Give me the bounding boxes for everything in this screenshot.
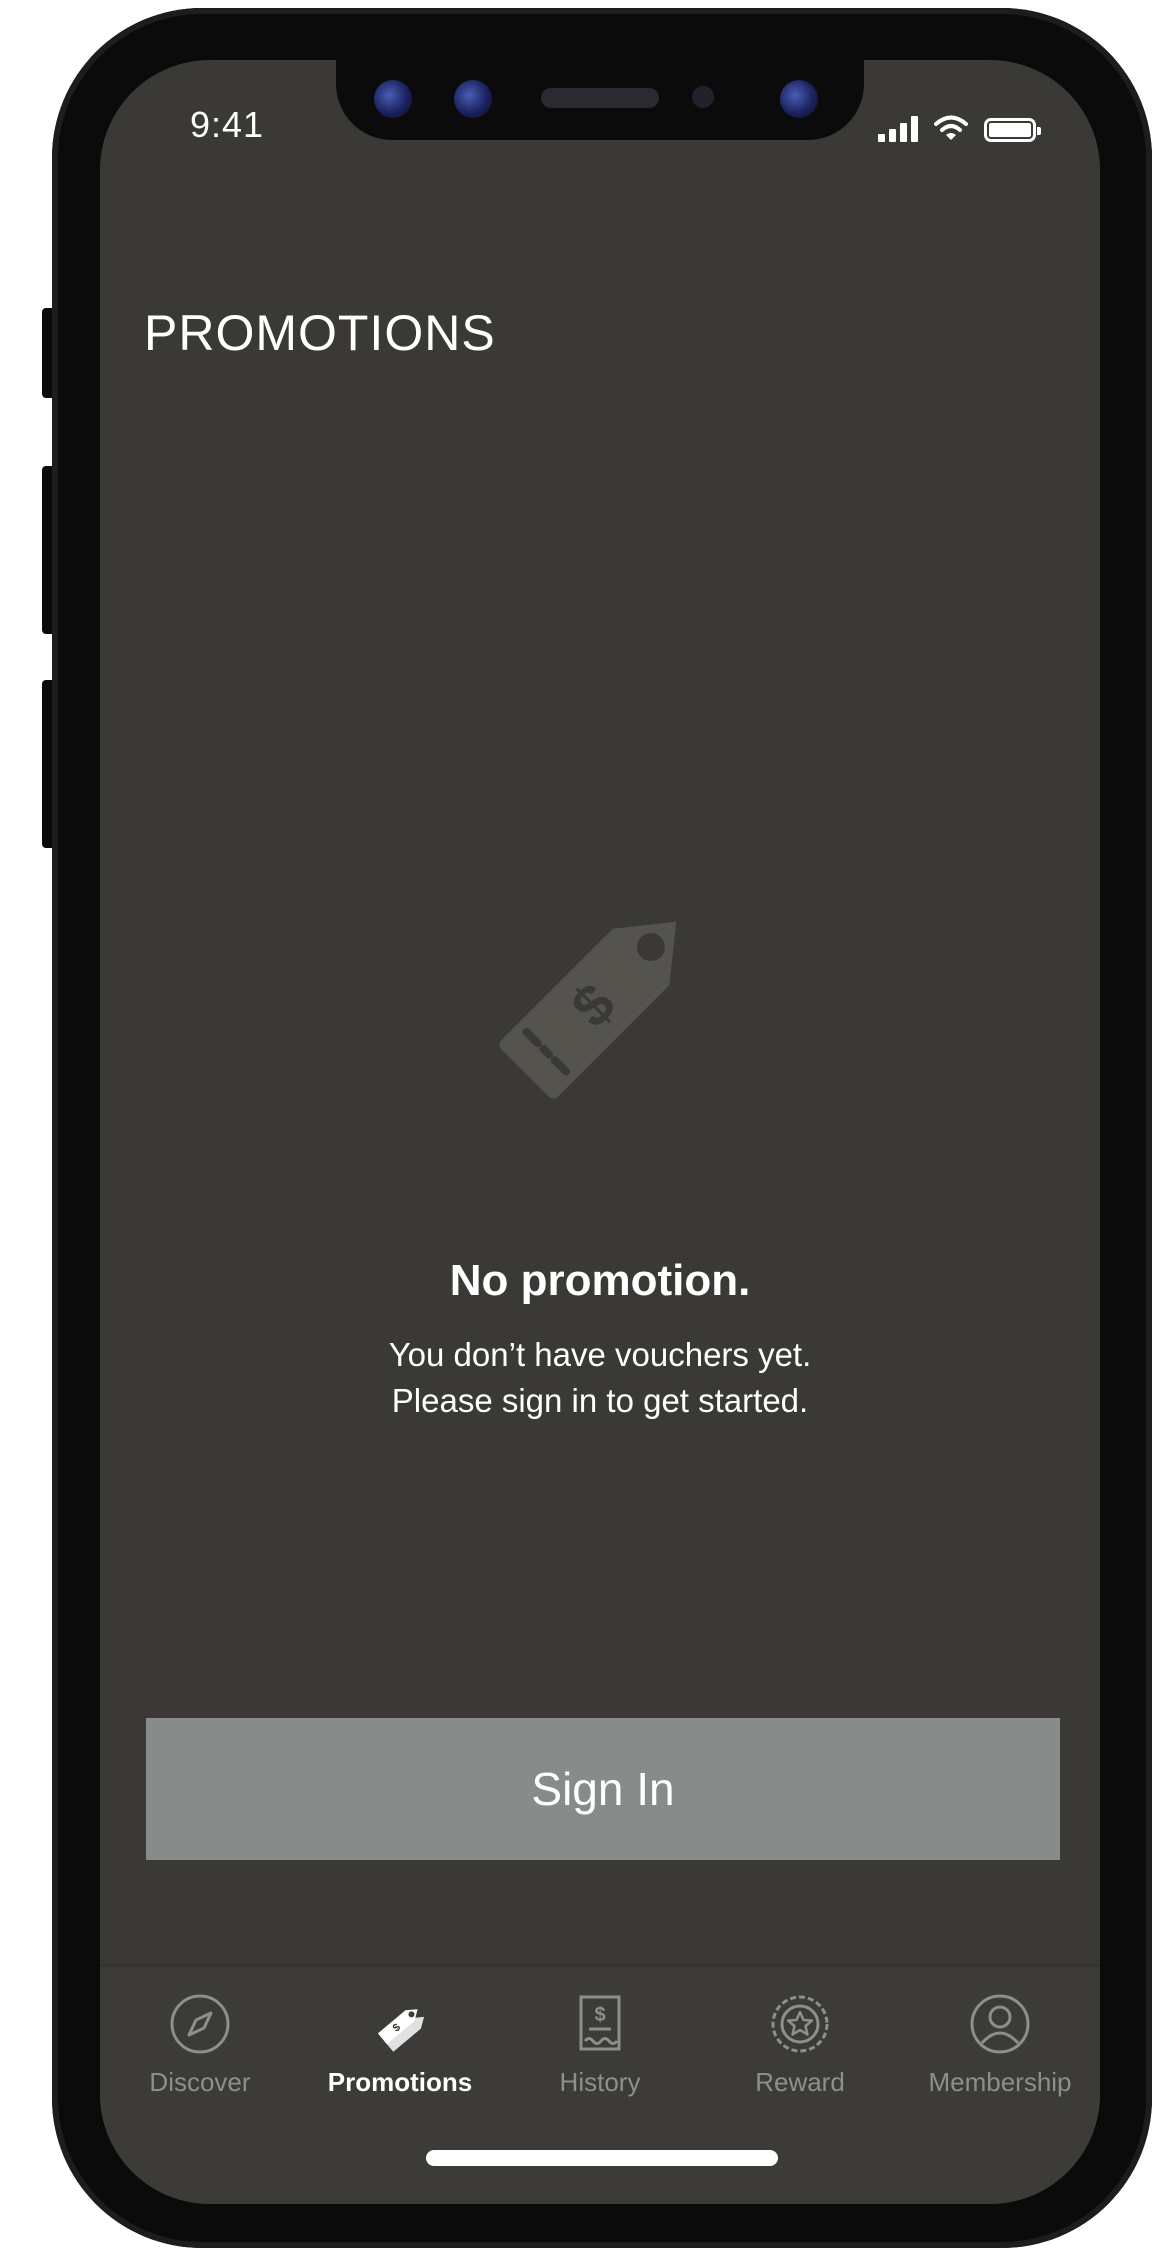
sign-in-button[interactable]: Sign In bbox=[146, 1718, 1060, 1860]
phone-screen: 9:41 PROMOTIONS $ No promotion. You don’… bbox=[100, 60, 1100, 2204]
tab-label: Promotions bbox=[327, 2067, 473, 2097]
tab-label: History bbox=[559, 2067, 641, 2097]
compass-icon bbox=[170, 1994, 230, 2054]
notch bbox=[336, 60, 864, 140]
tab-label: Membership bbox=[928, 2067, 1072, 2097]
receipt-icon: $ bbox=[579, 1995, 621, 2051]
camera-lens bbox=[374, 80, 412, 118]
home-indicator[interactable] bbox=[426, 2150, 778, 2166]
status-time: 9:41 bbox=[190, 104, 265, 145]
wifi-icon bbox=[934, 115, 968, 140]
tab-label: Reward bbox=[755, 2067, 845, 2097]
status-icons bbox=[878, 106, 1041, 142]
empty-state-message-line-1: You don’t have vouchers yet. bbox=[388, 1336, 812, 1373]
page-title: PROMOTIONS bbox=[144, 305, 496, 361]
tab-membership[interactable]: Membership bbox=[900, 1991, 1100, 2098]
empty-state-title: No promotion. bbox=[449, 1256, 751, 1305]
user-circle-icon bbox=[970, 1994, 1030, 2054]
camera-lens bbox=[454, 80, 492, 118]
bottom-tab-bar: Discover $ Promotions $ History Reward M… bbox=[100, 1964, 1100, 2204]
tags-icon: $ bbox=[377, 2009, 425, 2052]
star-badge-icon bbox=[771, 1995, 829, 2053]
tab-discover[interactable]: Discover bbox=[100, 1991, 300, 2098]
proximity-sensor bbox=[692, 86, 714, 108]
tab-history[interactable]: $ History bbox=[500, 1991, 700, 2098]
svg-text:$: $ bbox=[594, 2004, 605, 2026]
phone-frame: 9:41 PROMOTIONS $ No promotion. You don’… bbox=[52, 8, 1152, 2248]
camera-lens bbox=[780, 80, 818, 118]
earpiece-speaker bbox=[541, 88, 659, 108]
price-tag-dollar-icon: $ bbox=[499, 921, 677, 1099]
tab-promotions[interactable]: $ Promotions bbox=[300, 1991, 500, 2098]
tab-reward[interactable]: Reward bbox=[700, 1991, 900, 2098]
cellular-signal-icon bbox=[878, 116, 918, 142]
tab-label: Discover bbox=[149, 2067, 251, 2097]
battery-icon bbox=[984, 118, 1041, 142]
empty-state-message-line-2: Please sign in to get started. bbox=[391, 1382, 809, 1419]
